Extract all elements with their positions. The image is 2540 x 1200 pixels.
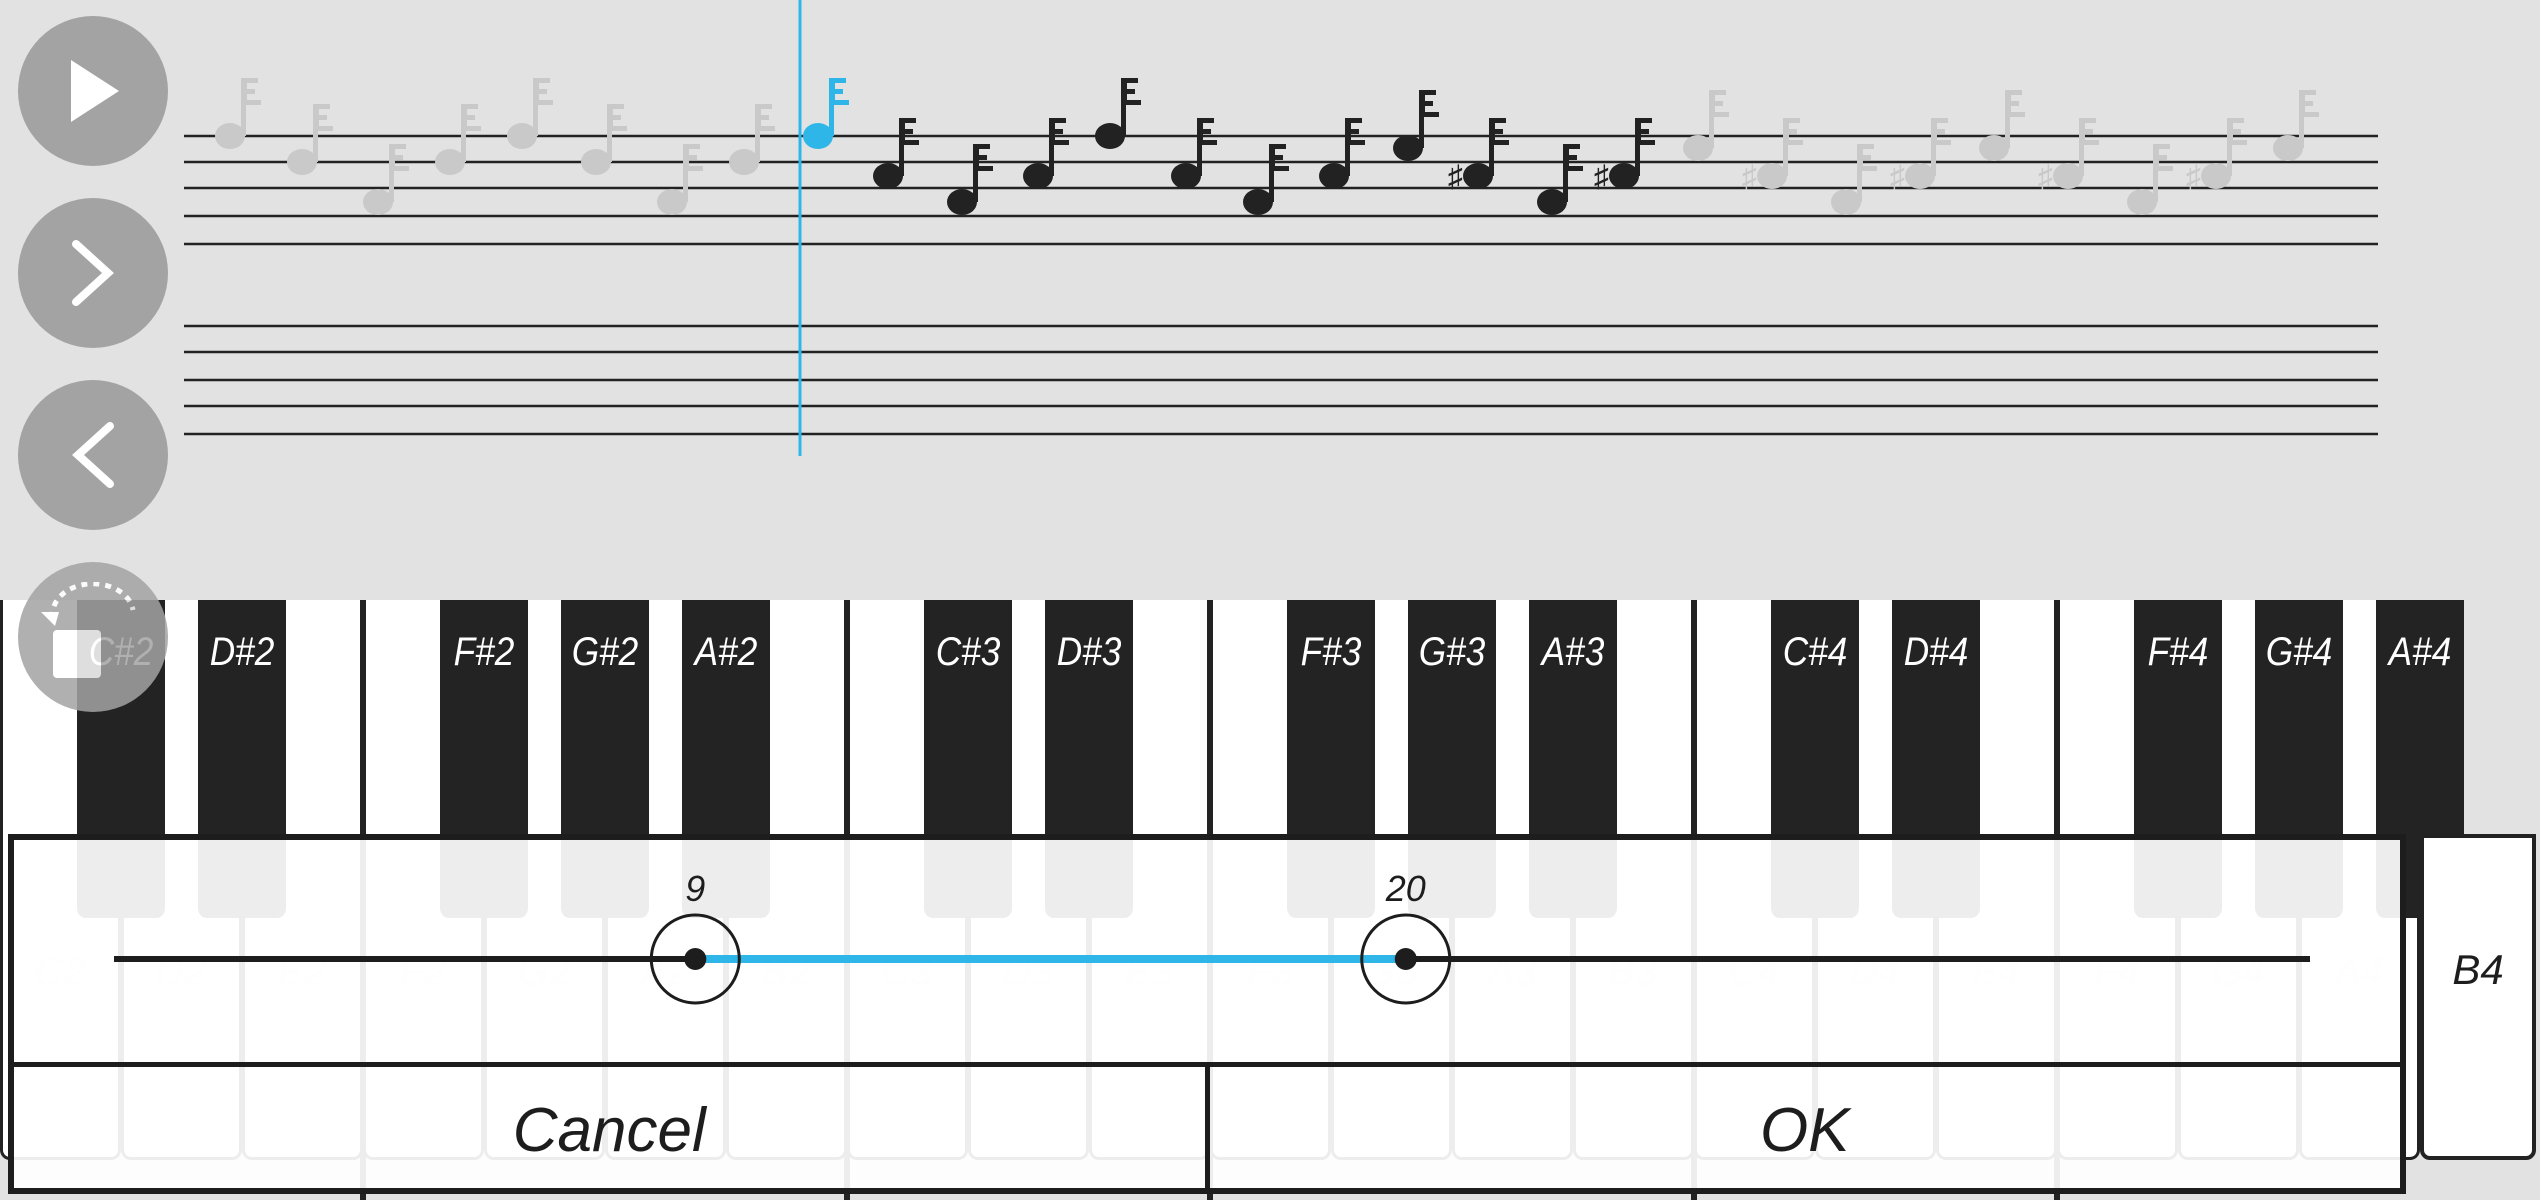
sharp-sign: ♯ bbox=[1742, 160, 1757, 193]
note bbox=[657, 144, 703, 215]
note bbox=[287, 104, 333, 175]
loop-stop-button[interactable] bbox=[18, 562, 168, 712]
white-key-label: B4 bbox=[2452, 946, 2504, 993]
ok-button[interactable]: OK bbox=[1204, 1067, 2401, 1193]
note bbox=[1831, 144, 1877, 215]
next-button[interactable] bbox=[18, 198, 168, 348]
chevron-left-icon bbox=[72, 422, 114, 488]
sharp-sign: ♯ bbox=[2186, 160, 2201, 193]
note bbox=[581, 104, 627, 175]
music-staff: ♯ ♯ ♯ ♯ ♯ ♯ bbox=[184, 0, 2378, 456]
note: ♯ bbox=[2186, 118, 2247, 193]
range-end-value: 20 bbox=[1385, 868, 1426, 909]
note bbox=[1023, 118, 1069, 189]
play-icon bbox=[71, 60, 119, 122]
note bbox=[1979, 90, 2025, 161]
note bbox=[947, 144, 993, 215]
cancel-button[interactable]: Cancel bbox=[14, 1067, 1205, 1193]
note: ♯ bbox=[1448, 118, 1509, 193]
note bbox=[1683, 90, 1729, 161]
loop-stop-icon bbox=[41, 582, 136, 678]
note: ♯ bbox=[2038, 118, 2099, 193]
note bbox=[2273, 90, 2319, 161]
chevron-right-icon bbox=[72, 240, 114, 306]
note bbox=[1537, 144, 1583, 215]
note bbox=[1393, 90, 1439, 161]
note bbox=[2127, 144, 2173, 215]
note bbox=[729, 104, 775, 175]
sharp-sign: ♯ bbox=[2038, 160, 2053, 193]
note bbox=[1095, 78, 1141, 149]
note: ♯ bbox=[1742, 118, 1803, 193]
play-button[interactable] bbox=[18, 16, 168, 166]
note bbox=[507, 78, 553, 149]
note bbox=[363, 144, 409, 215]
notes: ♯ ♯ ♯ ♯ ♯ ♯ bbox=[215, 78, 2319, 215]
note bbox=[1319, 118, 1365, 189]
white-key-b4[interactable] bbox=[2420, 834, 2536, 1160]
note: ♯ bbox=[1890, 118, 1951, 193]
note bbox=[873, 118, 919, 189]
note: ♯ bbox=[1594, 118, 1655, 193]
note bbox=[803, 78, 849, 149]
note bbox=[1171, 118, 1217, 189]
range-start-value: 9 bbox=[685, 868, 706, 909]
dialog-buttons: Cancel OK bbox=[14, 1062, 2400, 1193]
range-slider[interactable]: 9 20 bbox=[14, 840, 2400, 1062]
range-dialog: 9 20 Cancel OK bbox=[8, 834, 2406, 1194]
sharp-sign: ♯ bbox=[1448, 160, 1463, 193]
sharp-sign: ♯ bbox=[1594, 160, 1609, 193]
prev-button[interactable] bbox=[18, 380, 168, 530]
sharp-sign: ♯ bbox=[1890, 160, 1905, 193]
note bbox=[1243, 144, 1289, 215]
note bbox=[215, 78, 261, 149]
note bbox=[435, 104, 481, 175]
